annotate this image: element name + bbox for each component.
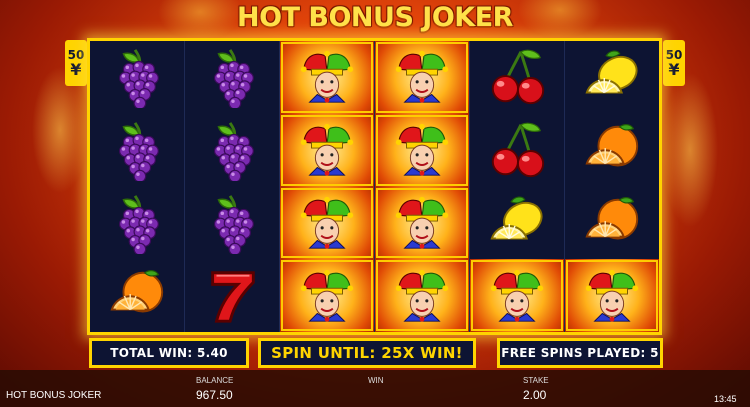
reel-2-cell-3 — [185, 187, 279, 260]
free-spins-text: FREE SPINS PLAYED: 5 — [501, 346, 659, 360]
reel-5-cell-2 — [470, 114, 564, 187]
reel-4 — [375, 41, 470, 332]
grapes-symbol-icon — [106, 192, 168, 254]
cherry-symbol-icon — [486, 119, 548, 181]
reel-3-cell-2 — [280, 113, 374, 187]
grapes-symbol-icon — [201, 192, 263, 254]
reel-frame — [87, 38, 662, 335]
paylines-indicator-left: 50 ¥ — [65, 40, 87, 86]
reel-1 — [90, 41, 185, 332]
reel-5-cell-1 — [470, 41, 564, 114]
grapes-symbol-icon — [106, 119, 168, 182]
reel-5-cell-3 — [470, 187, 564, 260]
grapes-symbol-icon — [106, 46, 168, 109]
joker-symbol-icon — [296, 192, 358, 254]
bottom-game-name: HOT BONUS JOKER — [6, 390, 102, 401]
spin-until-box: SPIN UNTIL: 25X WIN! — [258, 338, 476, 368]
stake-value: 2.00 — [523, 388, 547, 402]
clock: 13:45 — [714, 394, 737, 404]
reel-4-cell-3 — [375, 186, 469, 260]
reel-2-cell-1 — [185, 41, 279, 114]
reel-6-cell-1 — [565, 41, 659, 114]
joker-symbol-icon — [296, 119, 358, 181]
reel-3-cell-3 — [280, 186, 374, 260]
total-win-box: TOTAL WIN: 5.40 — [89, 338, 249, 368]
grapes-symbol-icon — [201, 46, 263, 109]
joker-symbol-icon — [391, 265, 453, 327]
reel-3 — [280, 41, 375, 332]
seven-symbol-icon — [201, 265, 263, 327]
joker-symbol-icon — [391, 119, 453, 181]
reel-1-cell-4 — [90, 259, 184, 332]
cherry-symbol-icon — [486, 46, 548, 108]
reel-6-cell-2 — [565, 114, 659, 187]
total-win-text: TOTAL WIN: 5.40 — [110, 346, 228, 360]
reel-4-cell-4 — [375, 259, 469, 332]
joker-symbol-icon — [296, 265, 358, 327]
reel-2-cell-4 — [185, 259, 279, 332]
reel-1-cell-2 — [90, 114, 184, 187]
reel-2-cell-2 — [185, 114, 279, 187]
orange-symbol-icon — [106, 265, 168, 327]
reel-6 — [565, 41, 659, 332]
reel-5-cell-4 — [470, 259, 564, 332]
lemon-symbol-icon — [581, 46, 643, 108]
joker-symbol-icon — [486, 265, 548, 327]
reel-3-cell-1 — [280, 41, 374, 114]
game-logo: HOT BONUS JOKER — [0, 0, 750, 34]
joker-symbol-icon — [296, 46, 358, 108]
orange-symbol-icon — [581, 119, 643, 181]
game-title: HOT BONUS JOKER — [237, 1, 513, 33]
reel-4-cell-1 — [375, 41, 469, 114]
stake-label: STAKE — [523, 376, 549, 385]
reel-6-cell-3 — [565, 187, 659, 260]
orange-symbol-icon — [581, 192, 643, 254]
joker-symbol-icon — [391, 192, 453, 254]
reel-6-cell-4 — [565, 259, 659, 332]
reel-3-cell-4 — [280, 259, 374, 332]
reel-1-cell-3 — [90, 187, 184, 260]
reel-grid — [90, 41, 659, 332]
free-spins-box: FREE SPINS PLAYED: 5 — [497, 338, 663, 368]
lemon-symbol-icon — [486, 192, 548, 254]
bottom-status-bar: HOT BONUS JOKER BALANCE 967.50 WIN STAKE… — [0, 370, 750, 407]
reel-5 — [470, 41, 565, 332]
grapes-symbol-icon — [201, 119, 263, 182]
reel-4-cell-2 — [375, 113, 469, 187]
paylines-icon-left: ¥ — [70, 59, 82, 79]
spin-until-text: SPIN UNTIL: 25X WIN! — [271, 344, 463, 362]
paylines-icon-right: ¥ — [668, 59, 680, 79]
balance-value: 967.50 — [196, 388, 233, 402]
joker-symbol-icon — [391, 46, 453, 108]
joker-symbol-icon — [581, 265, 643, 327]
paylines-indicator-right: 50 ¥ — [663, 40, 685, 86]
balance-label: BALANCE — [196, 376, 234, 385]
reel-1-cell-1 — [90, 41, 184, 114]
win-label: WIN — [368, 376, 384, 385]
reel-2 — [185, 41, 280, 332]
